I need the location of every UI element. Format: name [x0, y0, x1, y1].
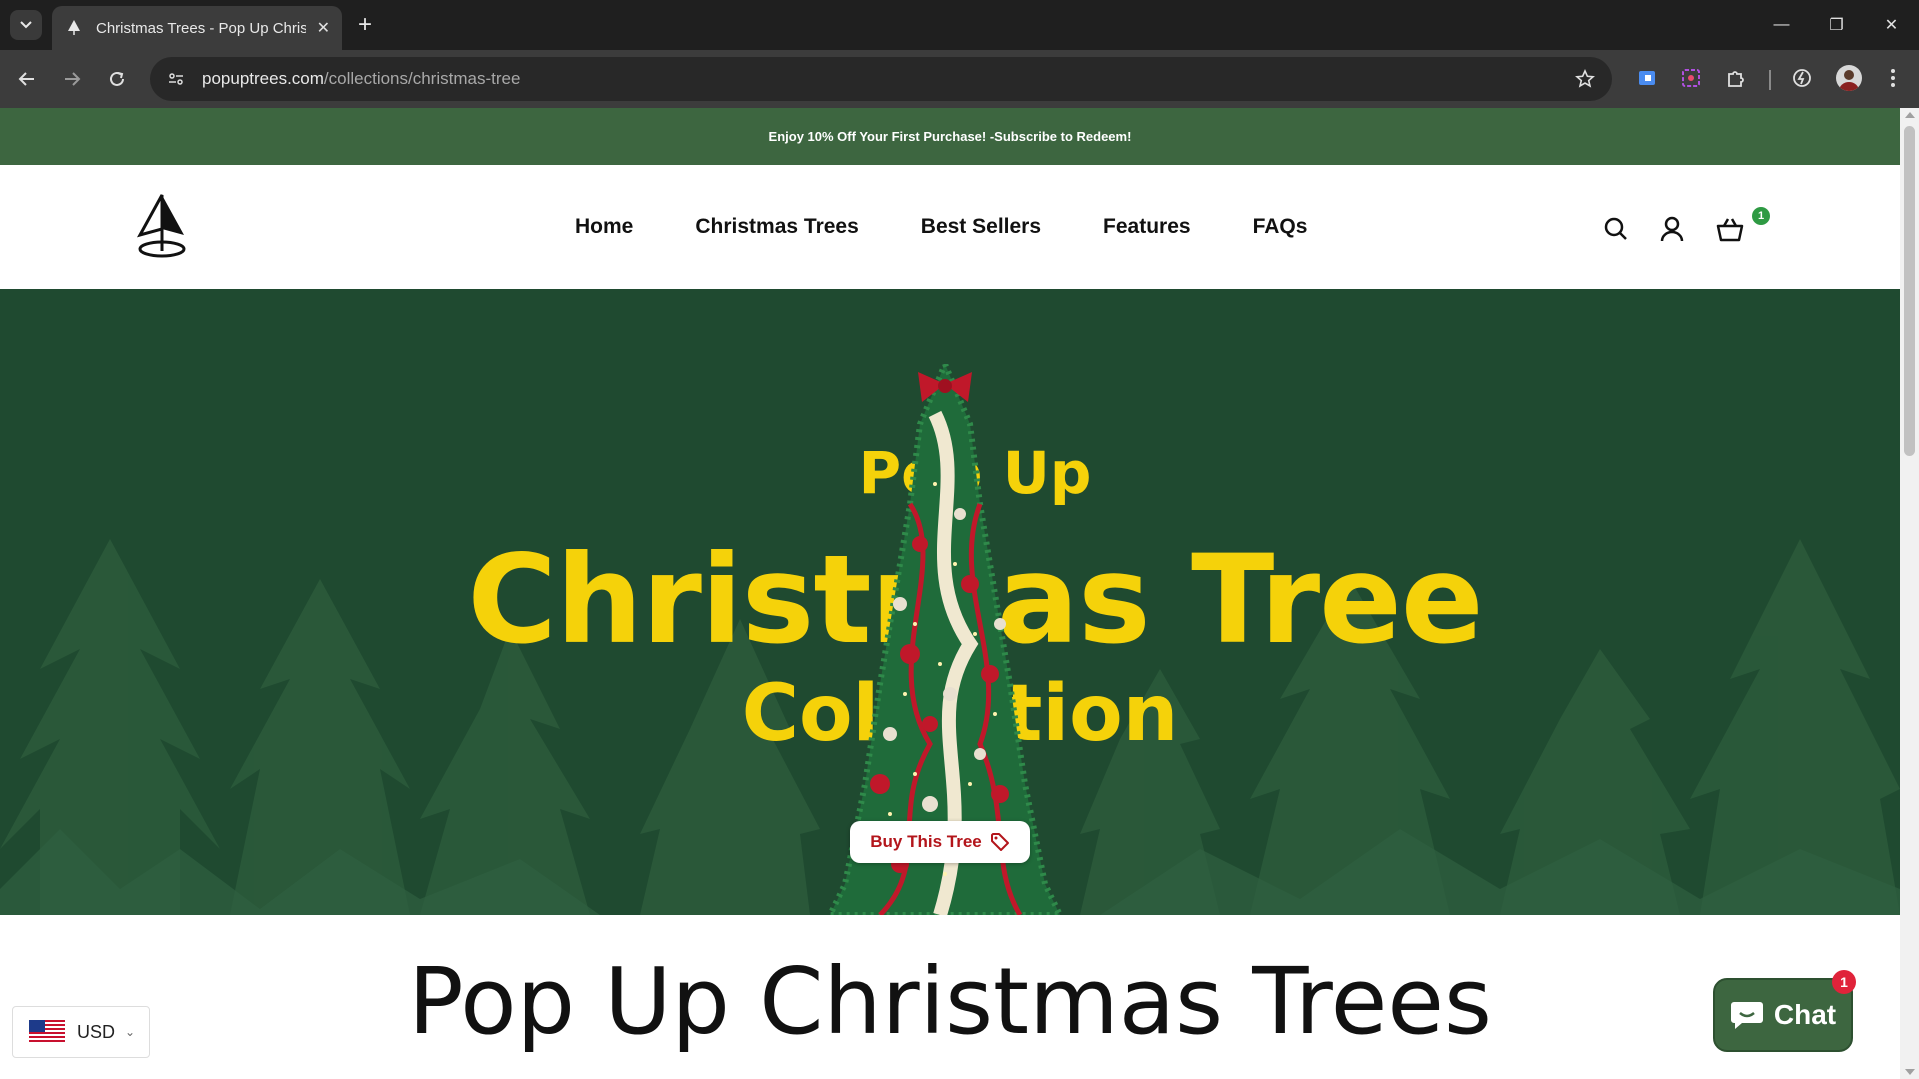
- address-bar[interactable]: popuptrees.com/collections/christmas-tre…: [150, 57, 1612, 101]
- collection-title: Pop Up Christmas Trees: [408, 948, 1492, 1055]
- minimize-button[interactable]: —: [1754, 0, 1809, 50]
- bookmark-star-icon[interactable]: [1574, 68, 1596, 90]
- page-scrollbar[interactable]: [1900, 108, 1919, 1079]
- forward-button[interactable]: [57, 64, 87, 94]
- restore-button[interactable]: ❐: [1809, 0, 1864, 50]
- tab-title: Christmas Trees - Pop Up Christ: [96, 19, 306, 37]
- reload-button[interactable]: [102, 64, 132, 94]
- chat-bubble-icon: [1730, 1000, 1764, 1030]
- window-controls: — ❐ ✕: [1754, 0, 1919, 50]
- search-icon[interactable]: [1602, 215, 1630, 243]
- arrow-left-icon: [18, 72, 34, 86]
- close-window-button[interactable]: ✕: [1864, 0, 1919, 50]
- main-nav: Home Christmas Trees Best Sellers Featur…: [575, 165, 1369, 289]
- nav-christmas-trees[interactable]: Christmas Trees: [695, 215, 858, 239]
- currency-code: USD: [77, 1021, 116, 1042]
- profile-avatar[interactable]: [1836, 65, 1862, 91]
- browser-menu-icon[interactable]: [1880, 65, 1906, 91]
- buy-button-label: Buy This Tree: [870, 832, 982, 851]
- price-tag-icon: [990, 832, 1010, 852]
- web-page: Enjoy 10% Off Your First Purchase! -Subs…: [0, 108, 1900, 1079]
- performance-icon[interactable]: [1789, 65, 1815, 91]
- browser-tab-bar: Christmas Trees - Pop Up Christ ✕ + — ❐ …: [0, 0, 1919, 50]
- chat-notification-badge: 1: [1832, 970, 1856, 994]
- tab-search-button[interactable]: [10, 10, 42, 40]
- chevron-down-icon: [20, 21, 32, 29]
- nav-home[interactable]: Home: [575, 215, 633, 239]
- tree-logo-icon: [136, 194, 186, 258]
- browser-tab[interactable]: Christmas Trees - Pop Up Christ ✕: [52, 6, 342, 50]
- chat-label: Chat: [1773, 999, 1837, 1030]
- nav-best-sellers[interactable]: Best Sellers: [921, 215, 1041, 239]
- site-header: Home Christmas Trees Best Sellers Featur…: [0, 165, 1900, 289]
- buy-this-tree-button[interactable]: Buy This Tree: [850, 821, 1030, 863]
- toolbar-separator: [1769, 70, 1771, 90]
- tree-favicon-icon: [64, 18, 84, 38]
- extension-capture-icon[interactable]: [1678, 65, 1704, 91]
- extension-translate-icon[interactable]: [1634, 65, 1660, 91]
- reload-icon: [110, 71, 124, 86]
- cart-icon[interactable]: [1716, 215, 1744, 243]
- close-tab-icon[interactable]: ✕: [317, 18, 330, 38]
- scroll-down-arrow[interactable]: [1905, 1069, 1915, 1075]
- url-host: popuptrees.com: [202, 69, 324, 88]
- scroll-up-arrow[interactable]: [1905, 112, 1915, 118]
- browser-toolbar: popuptrees.com/collections/christmas-tre…: [0, 50, 1919, 108]
- site-settings-icon[interactable]: [166, 69, 186, 89]
- new-tab-button[interactable]: +: [352, 12, 378, 38]
- url-text: popuptrees.com/collections/christmas-tre…: [202, 69, 520, 89]
- nav-faqs[interactable]: FAQs: [1253, 215, 1308, 239]
- hero-banner: Pop Up Christmas Tree Collection: [0, 289, 1900, 915]
- chevron-down-icon: ⌄: [125, 1025, 136, 1039]
- extensions-puzzle-icon[interactable]: [1723, 65, 1749, 91]
- scrollbar-thumb[interactable]: [1904, 126, 1915, 456]
- site-logo[interactable]: [136, 193, 188, 259]
- us-flag-icon: [29, 1020, 65, 1044]
- currency-selector[interactable]: USD ⌄: [12, 1006, 150, 1058]
- chat-button[interactable]: Chat: [1713, 978, 1853, 1052]
- announcement-bar[interactable]: Enjoy 10% Off Your First Purchase! -Subs…: [0, 108, 1900, 165]
- url-path: /collections/christmas-tree: [323, 69, 521, 88]
- cart-count-badge: 1: [1752, 207, 1770, 225]
- back-button[interactable]: [12, 64, 42, 94]
- arrow-right-icon: [65, 72, 81, 86]
- account-icon[interactable]: [1658, 215, 1686, 243]
- nav-features[interactable]: Features: [1103, 215, 1191, 239]
